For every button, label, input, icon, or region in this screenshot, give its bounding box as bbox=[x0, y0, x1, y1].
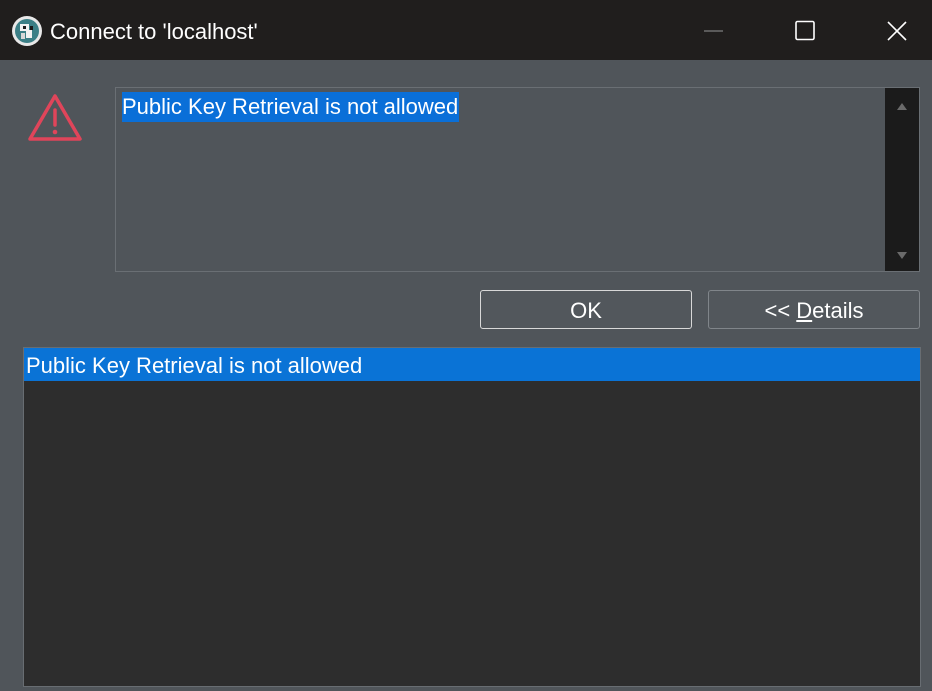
maximize-button[interactable] bbox=[759, 0, 851, 60]
error-message-box[interactable]: Public Key Retrieval is not allowed bbox=[115, 87, 920, 272]
connect-dialog-window: Connect to 'localhost' Public Key Retrie… bbox=[0, 0, 932, 691]
message-scrollbar[interactable] bbox=[885, 88, 919, 271]
close-button[interactable] bbox=[851, 0, 932, 60]
ok-button[interactable]: OK bbox=[480, 290, 692, 329]
dbeaver-beaver-icon bbox=[12, 16, 42, 46]
details-button[interactable]: << Details bbox=[708, 290, 920, 329]
details-button-label: etails bbox=[812, 298, 864, 323]
warning-triangle-icon bbox=[28, 94, 82, 141]
minimize-button[interactable] bbox=[667, 0, 759, 60]
details-button-accelerator: D bbox=[796, 298, 813, 323]
close-icon bbox=[887, 21, 907, 41]
details-list[interactable]: Public Key Retrieval is not allowed bbox=[23, 347, 921, 687]
window-title: Connect to 'localhost' bbox=[50, 19, 258, 44]
title-bar[interactable]: Connect to 'localhost' bbox=[0, 0, 932, 60]
minimize-icon bbox=[704, 30, 723, 32]
details-button-prefix: << bbox=[764, 298, 797, 323]
maximize-icon bbox=[795, 20, 815, 41]
list-item[interactable]: Public Key Retrieval is not allowed bbox=[24, 348, 920, 381]
error-message-text[interactable]: Public Key Retrieval is not allowed bbox=[122, 92, 460, 122]
scroll-down-arrow-icon[interactable] bbox=[896, 251, 908, 261]
scroll-up-arrow-icon[interactable] bbox=[896, 101, 908, 111]
